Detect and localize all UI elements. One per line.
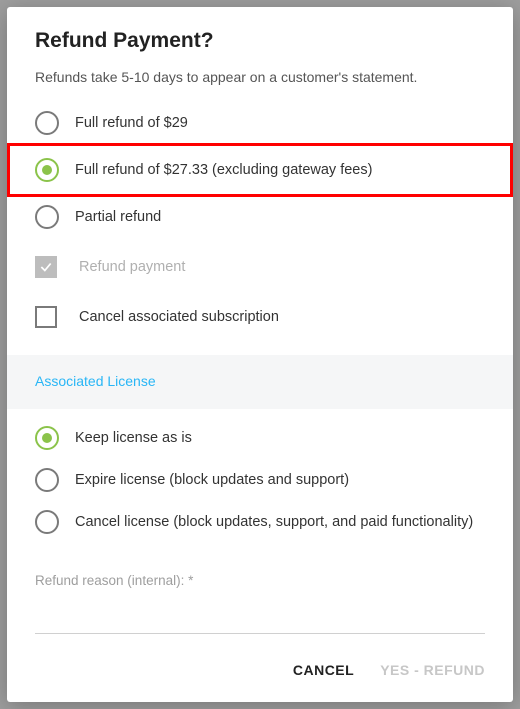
reason-input[interactable] xyxy=(35,610,485,627)
modal-actions: CANCEL YES - REFUND xyxy=(7,636,513,702)
checkbox-icon xyxy=(35,256,57,278)
modal-title: Refund Payment? xyxy=(35,29,485,53)
radio-label: Partial refund xyxy=(75,209,161,225)
radio-label: Expire license (block updates and suppor… xyxy=(75,472,349,488)
radio-keep-license[interactable]: Keep license as is xyxy=(35,417,485,459)
reason-field-label: Refund reason (internal): * xyxy=(35,573,485,588)
radio-full-refund[interactable]: Full refund of $29 xyxy=(35,103,485,143)
radio-icon xyxy=(35,426,59,450)
checkbox-label: Cancel associated subscription xyxy=(79,309,279,325)
radio-icon xyxy=(35,468,59,492)
cancel-button[interactable]: CANCEL xyxy=(293,662,354,678)
associated-license-section: Associated License xyxy=(7,355,513,409)
radio-icon xyxy=(35,205,59,229)
radio-full-refund-ex-fees[interactable]: Full refund of $27.33 (excluding gateway… xyxy=(35,150,485,190)
checkbox-cancel-subscription[interactable]: Cancel associated subscription xyxy=(35,297,485,337)
radio-expire-license[interactable]: Expire license (block updates and suppor… xyxy=(35,459,485,501)
radio-cancel-license[interactable]: Cancel license (block updates, support, … xyxy=(35,501,485,543)
radio-label: Keep license as is xyxy=(75,430,192,446)
radio-label: Full refund of $27.33 (excluding gateway… xyxy=(75,162,372,178)
modal-body: Refund Payment? Refunds take 5-10 days t… xyxy=(7,7,513,636)
checkbox-label: Refund payment xyxy=(79,259,185,275)
radio-icon xyxy=(35,510,59,534)
modal-help-text: Refunds take 5-10 days to appear on a cu… xyxy=(35,69,485,85)
refund-modal: Refund Payment? Refunds take 5-10 days t… xyxy=(7,7,513,702)
reason-input-wrap xyxy=(35,610,485,634)
radio-label: Full refund of $29 xyxy=(75,115,188,131)
confirm-button[interactable]: YES - REFUND xyxy=(380,662,485,678)
radio-dot-icon xyxy=(42,433,52,443)
checkbox-icon xyxy=(35,306,57,328)
radio-dot-icon xyxy=(42,165,52,175)
radio-label: Cancel license (block updates, support, … xyxy=(75,514,473,530)
checkbox-refund-payment: Refund payment xyxy=(35,247,485,287)
highlight-box: Full refund of $27.33 (excluding gateway… xyxy=(7,143,513,197)
radio-icon xyxy=(35,158,59,182)
radio-icon xyxy=(35,111,59,135)
radio-partial-refund[interactable]: Partial refund xyxy=(35,197,485,237)
section-label: Associated License xyxy=(35,373,156,389)
